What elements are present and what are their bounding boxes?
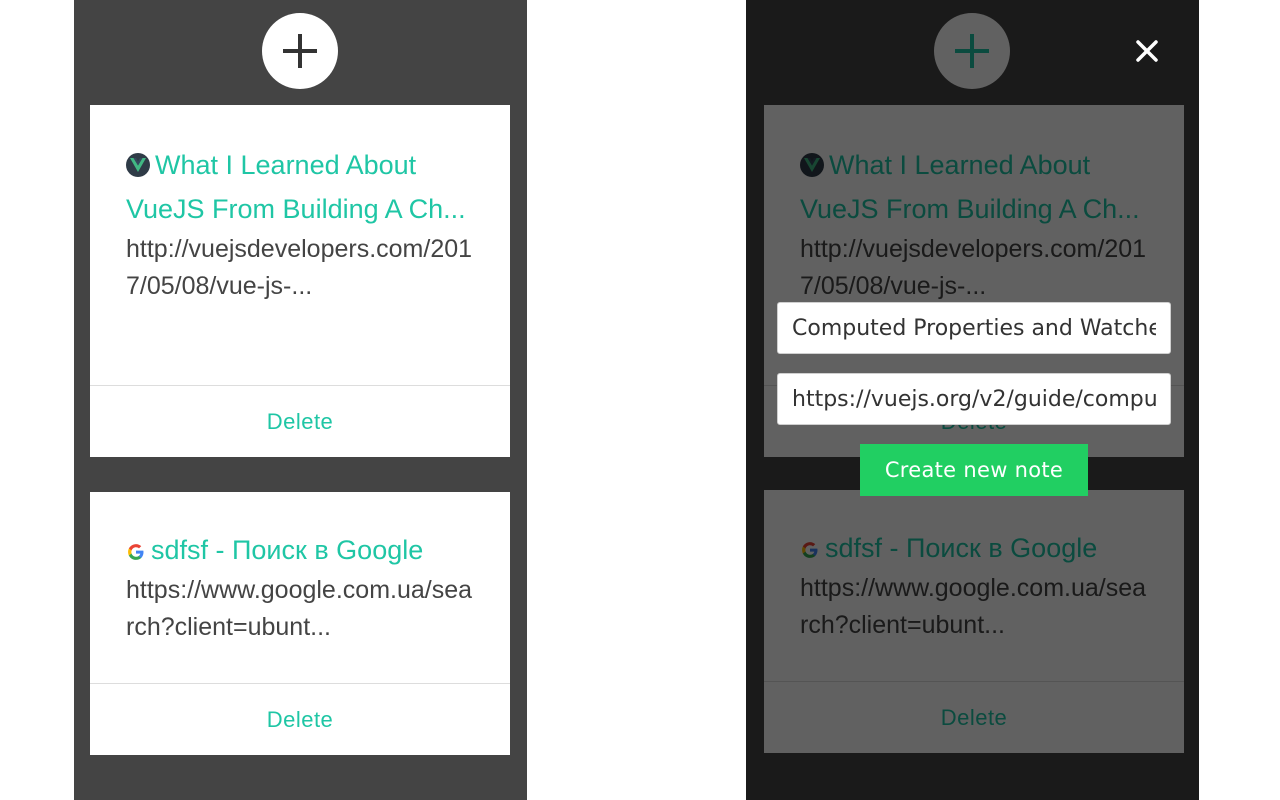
note-url: http://vuejsdevelopers.com/2017/05/08/vu… — [126, 235, 473, 300]
close-icon — [1136, 40, 1158, 62]
card-footer: Delete — [90, 385, 510, 457]
note-url: https://www.google.com.ua/search?client=… — [126, 576, 473, 641]
delete-button[interactable]: Delete — [267, 707, 334, 733]
note-title-link[interactable]: What I Learned About VueJS From Building… — [126, 143, 474, 231]
close-modal-button[interactable] — [1131, 35, 1163, 67]
note-title-link[interactable]: sdfsf - Поиск в Google — [126, 528, 474, 572]
plus-icon — [283, 34, 317, 68]
create-note-screen: What I Learned About VueJS From Building… — [746, 0, 1199, 800]
vue-logo-icon — [126, 153, 150, 177]
google-logo-icon — [128, 544, 144, 560]
note-url-input[interactable] — [777, 373, 1171, 425]
note-title: sdfsf - Поиск в Google — [151, 535, 424, 565]
note-title: What I Learned About VueJS From Building… — [126, 150, 466, 224]
notes-list-screen: What I Learned About VueJS From Building… — [74, 0, 527, 800]
create-note-button[interactable]: Create new note — [860, 444, 1088, 496]
note-title-input[interactable] — [777, 302, 1171, 354]
card-footer: Delete — [90, 683, 510, 755]
delete-button[interactable]: Delete — [267, 409, 334, 435]
note-card: sdfsf - Поиск в Google https://www.googl… — [90, 492, 510, 755]
note-card: What I Learned About VueJS From Building… — [90, 105, 510, 457]
add-note-button[interactable] — [262, 13, 338, 89]
